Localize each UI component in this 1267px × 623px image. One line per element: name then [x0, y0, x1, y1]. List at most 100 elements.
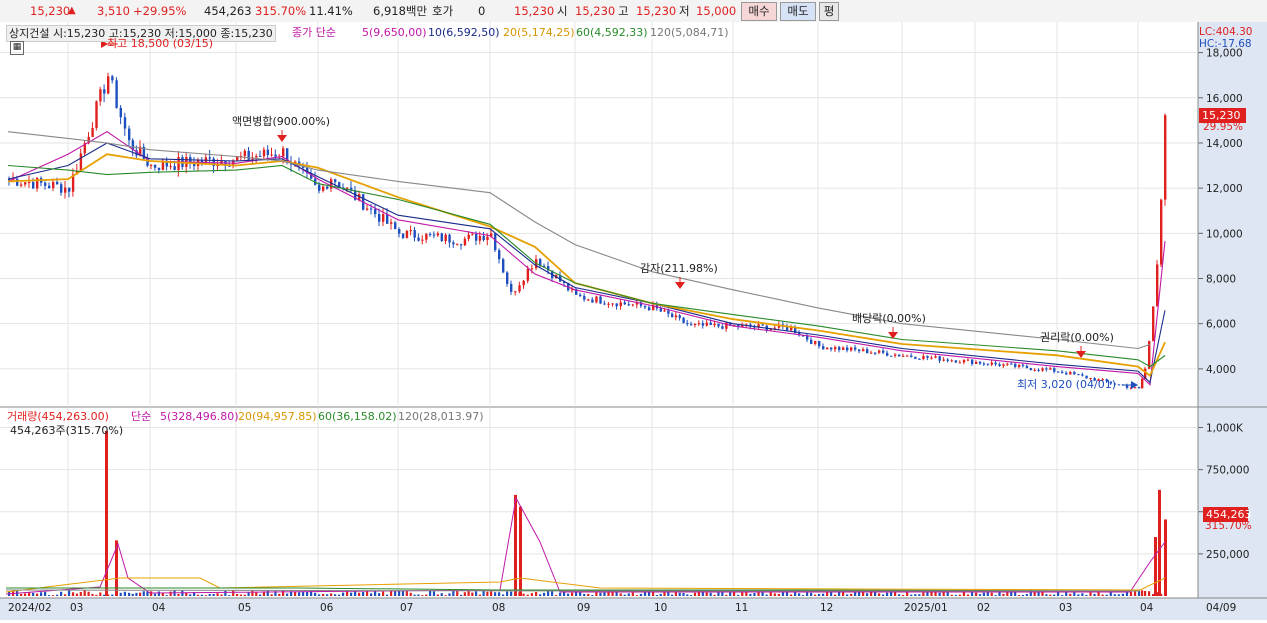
volume-bar	[982, 592, 986, 596]
volume-bar	[135, 592, 138, 596]
volume-bar	[587, 593, 590, 596]
candle-body	[978, 361, 982, 364]
candle-body	[595, 296, 598, 303]
candle-body	[24, 182, 27, 185]
x-tick-label: 10	[654, 602, 667, 614]
price-tick-label: 6,000	[1206, 319, 1236, 331]
candle-body	[663, 310, 666, 312]
candle-body	[674, 315, 678, 318]
volume-bar	[882, 594, 885, 596]
candle-body	[444, 234, 447, 241]
volume-bar	[506, 591, 509, 596]
candle-body	[611, 303, 614, 305]
candle-body	[153, 164, 157, 168]
volume-bar	[878, 593, 881, 596]
volume-bar	[278, 593, 281, 596]
volume-bar	[212, 593, 215, 596]
candle-body	[366, 208, 369, 210]
volume-bar	[471, 592, 474, 596]
candle-body	[810, 339, 813, 344]
candle-body	[370, 208, 373, 210]
current-volume-pct: 315.70%	[1205, 520, 1252, 532]
volume-bar	[583, 593, 586, 596]
volume-bar	[966, 594, 970, 596]
volume-bar	[326, 594, 329, 596]
candle-body	[938, 356, 941, 361]
volume-bar	[243, 594, 246, 596]
volume-bar	[794, 592, 797, 596]
candle-body	[1033, 369, 1036, 371]
volume-bar	[40, 592, 43, 596]
candle-body	[659, 308, 662, 312]
volume-bar	[705, 592, 708, 596]
vol-ma60-legend: 60(36,158.02)	[318, 410, 397, 423]
volume-bar	[177, 594, 180, 596]
candle-body	[966, 359, 970, 361]
x-tick-label: 04/09	[1206, 602, 1236, 614]
volume-bar	[647, 591, 651, 596]
volume-bar	[543, 592, 546, 596]
candle-body	[1073, 372, 1076, 375]
sell-button[interactable]: 매도	[780, 2, 816, 21]
volume-bar	[413, 594, 416, 596]
volume-bar	[1081, 593, 1084, 596]
x-tick-label: 2024/02	[8, 602, 52, 614]
ma5-legend: 5(9,650,00)	[362, 26, 427, 39]
candle-body	[48, 185, 51, 189]
volume-bar	[599, 592, 602, 596]
volume-bar	[906, 592, 909, 596]
volume-bar	[150, 591, 153, 596]
volume-bar	[1077, 594, 1080, 596]
candle-body	[998, 364, 1001, 366]
volume-bar	[1025, 594, 1028, 596]
volume-bar	[405, 590, 408, 596]
candle-body	[671, 313, 674, 318]
volume-bar	[382, 591, 385, 596]
volume-bar	[286, 593, 289, 596]
candle-body	[436, 233, 440, 236]
volume-bar	[498, 592, 501, 596]
quote-label: 호가	[432, 4, 454, 18]
candle-body	[1081, 374, 1084, 376]
candle-body	[1125, 385, 1129, 388]
candle-body	[697, 323, 701, 325]
volume-bar	[259, 594, 262, 596]
volume-bar	[298, 592, 301, 596]
volume-bar	[1049, 594, 1052, 596]
volume-bar	[153, 593, 157, 596]
candle-body	[619, 302, 622, 307]
volume-bar	[854, 591, 857, 596]
buy-button[interactable]: 매수	[741, 2, 777, 21]
volume-bar	[494, 592, 497, 596]
candle-body	[259, 156, 262, 158]
ma-label: 종가 단순	[292, 26, 336, 39]
candle-body	[334, 179, 337, 183]
candle-body	[583, 296, 586, 300]
high-label: 고	[618, 4, 629, 18]
price-tick-label: 10,000	[1206, 228, 1243, 240]
volume-text: 454,263	[204, 4, 252, 18]
volume-bar	[555, 595, 558, 596]
volume-bar	[314, 592, 317, 596]
grid-icon[interactable]: ▦	[10, 41, 24, 55]
x-tick-label: 08	[492, 602, 505, 614]
candle-body	[498, 250, 501, 260]
candle-body	[448, 234, 451, 243]
volume-bar	[619, 593, 622, 596]
volume-bar	[228, 595, 231, 596]
volume-bar	[91, 593, 94, 596]
volume-bar	[95, 594, 98, 596]
candle-body	[274, 154, 277, 157]
candle-body	[986, 363, 990, 365]
x-tick-label: 09	[577, 602, 590, 614]
average-button[interactable]: 평	[819, 2, 839, 21]
volume-bar	[370, 593, 373, 596]
volume-bar	[918, 594, 921, 596]
volume-bar	[220, 594, 223, 596]
hc-label: HC:-17.68	[1199, 38, 1252, 50]
candle-body	[713, 323, 716, 326]
volume-bar	[44, 591, 47, 596]
stock-chart[interactable]: 4,000 6,000 8,000 10,000 12,000 14,000 16,000 1…	[0, 22, 1267, 620]
candle-body	[463, 238, 467, 246]
volume-bar	[270, 594, 273, 596]
